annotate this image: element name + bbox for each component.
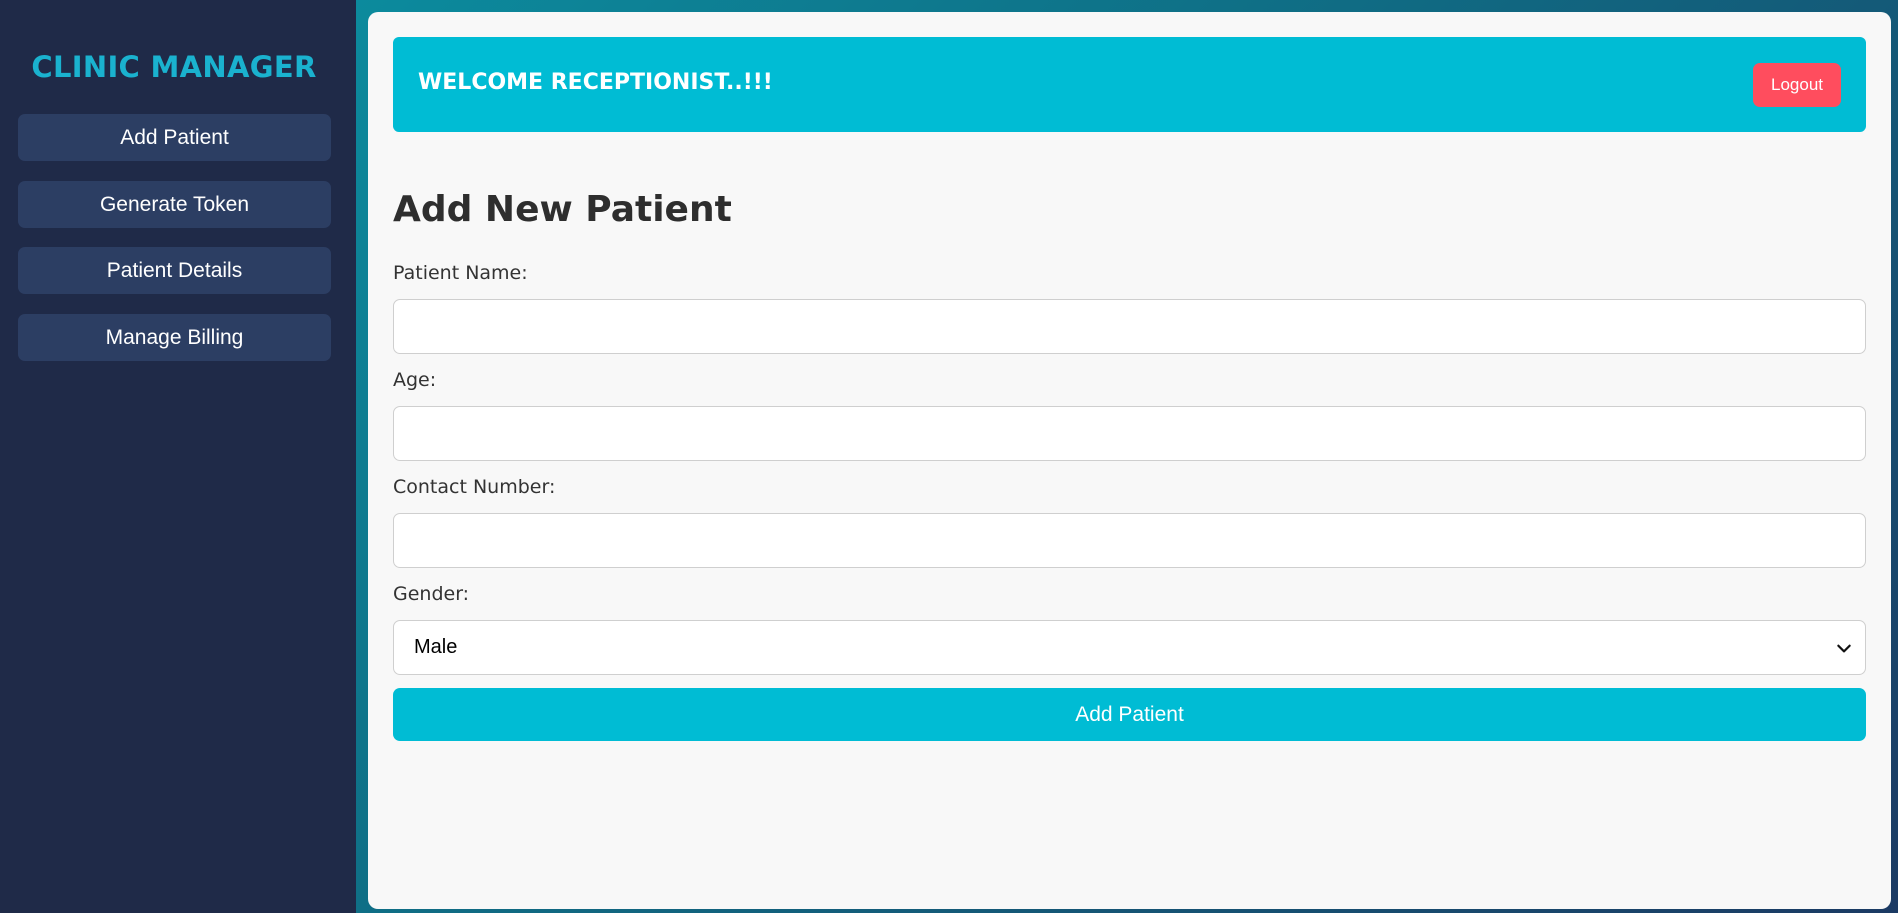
- brand-title: CLINIC MANAGER: [31, 50, 317, 84]
- age-input[interactable]: [393, 406, 1866, 461]
- patient-name-label: Patient Name:: [393, 262, 528, 284]
- sidebar-item-patient-details[interactable]: Patient Details: [18, 247, 331, 294]
- gender-selected-value: Male: [414, 636, 458, 658]
- sidebar-item-manage-billing[interactable]: Manage Billing: [18, 314, 331, 361]
- add-patient-submit-button[interactable]: Add Patient: [393, 688, 1866, 741]
- main-panel: WELCOME RECEPTIONIST..!!! Logout Add New…: [368, 12, 1891, 909]
- logout-button[interactable]: Logout: [1753, 63, 1841, 107]
- age-label: Age:: [393, 369, 437, 391]
- welcome-header: WELCOME RECEPTIONIST..!!! Logout: [393, 37, 1866, 132]
- patient-name-input[interactable]: [393, 299, 1866, 354]
- sidebar-item-add-patient[interactable]: Add Patient: [18, 114, 331, 161]
- contact-number-label: Contact Number:: [393, 476, 556, 498]
- welcome-text: WELCOME RECEPTIONIST..!!!: [418, 70, 773, 95]
- chevron-down-icon: [1837, 644, 1851, 652]
- gender-label: Gender:: [393, 583, 470, 605]
- sidebar: CLINIC MANAGER Add Patient Generate Toke…: [0, 0, 356, 913]
- sidebar-item-generate-token[interactable]: Generate Token: [18, 181, 331, 228]
- contact-number-input[interactable]: [393, 513, 1866, 568]
- page-title: Add New Patient: [393, 189, 732, 230]
- gender-select[interactable]: Male: [393, 620, 1866, 675]
